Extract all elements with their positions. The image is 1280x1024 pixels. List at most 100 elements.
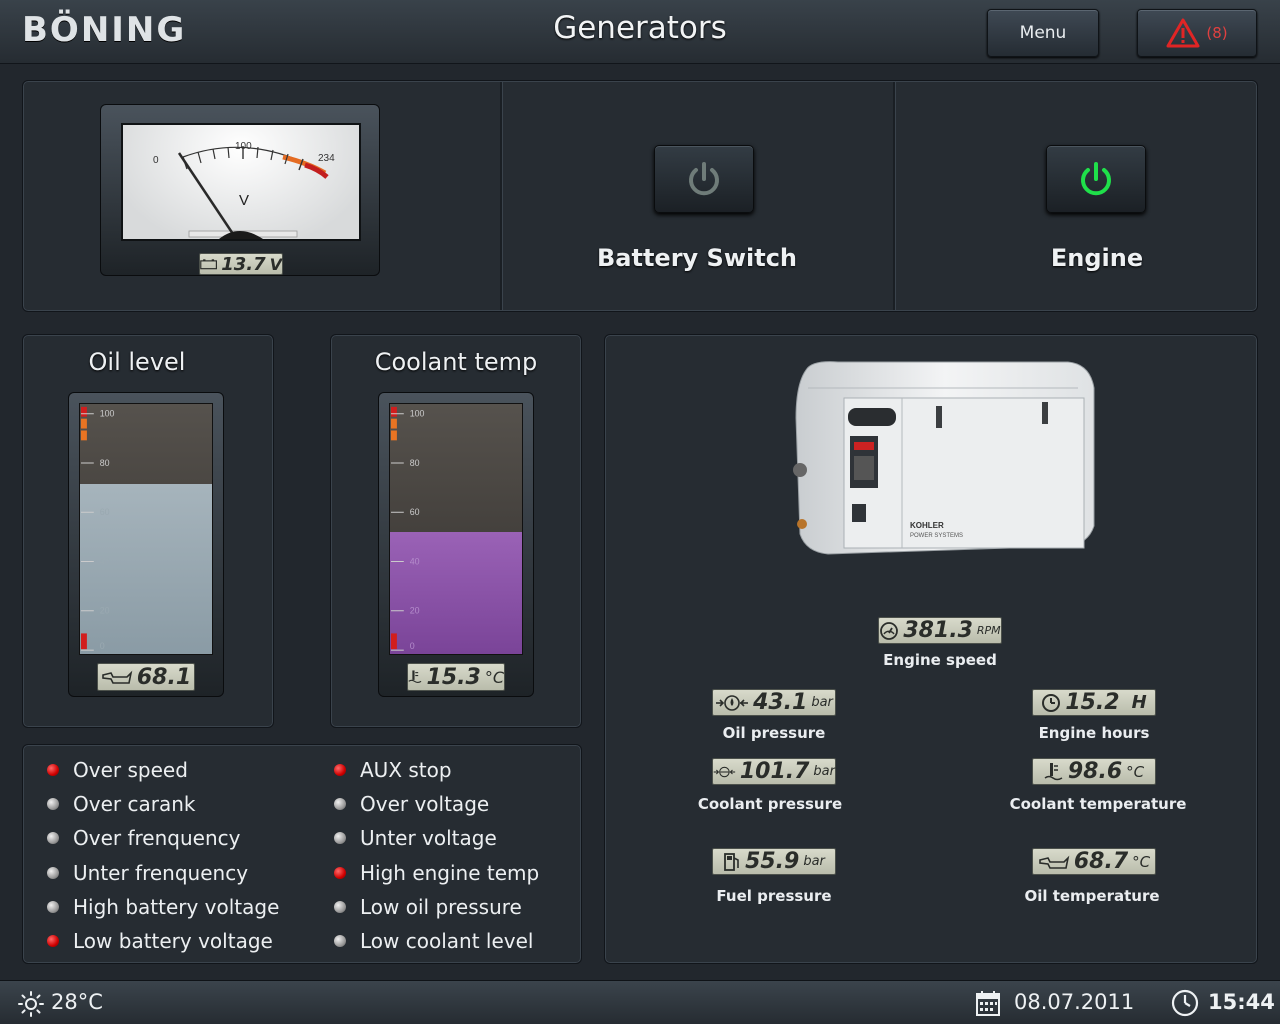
oil-level-tick: 20 (100, 606, 110, 616)
current-date: 08.07.2011 (1014, 990, 1135, 1014)
alarm-label: High battery voltage (73, 894, 280, 919)
voltmeter-scale-mid: 100 (235, 141, 252, 152)
alarm-item: Low battery voltage (47, 929, 273, 953)
oil-level-display: 68.1 (97, 663, 195, 691)
battery-switch-button[interactable] (654, 145, 754, 213)
alarm-label: High engine temp (360, 860, 540, 885)
divider (500, 82, 502, 310)
warning-icon (1166, 18, 1200, 48)
engine-speed-display: 381.3 RPM (878, 617, 1002, 644)
oil-level-value: 68.1 (136, 664, 192, 690)
outside-temperature: 28°C (51, 990, 103, 1014)
oil-level-scale: 100 80 60 40 20 0 (80, 406, 115, 651)
oil-pressure-icon (716, 694, 749, 711)
fuel-pressure-label: Fuel pressure (716, 887, 832, 905)
alarm-label: Unter frenquency (73, 860, 249, 885)
alarm-item: Over frenquency (47, 826, 240, 850)
alarm-item: High engine temp (334, 861, 539, 885)
alarm-item: Over carank (47, 792, 195, 816)
oil-pressure-value: 43.1 (753, 690, 808, 715)
generator-brand-sub: POWER SYSTEMS (910, 533, 963, 539)
coolant-temp-display: 15.3 °C (407, 663, 505, 691)
voltmeter-scale-max: 234 (318, 153, 335, 164)
alarm-label: Over voltage (360, 792, 490, 817)
fuel-pressure-value: 55.9 (745, 849, 800, 874)
oil-level-title: Oil level (88, 348, 186, 376)
coolant-temp-unit: °C (484, 667, 504, 687)
alarm-item: Over voltage (334, 792, 489, 816)
oil-pressure-unit: bar (811, 695, 833, 710)
generator-image: KOHLER POWER SYSTEMS (793, 361, 1095, 555)
battery-switch-label: Battery Switch (597, 244, 798, 272)
engine-hours-label: Engine hours (1038, 724, 1150, 742)
oil-level-tick: 100 (100, 409, 115, 419)
alarm-led-icon (334, 866, 346, 879)
alarm-item: Low oil pressure (334, 895, 522, 919)
oil-pressure-display: 43.1 bar (712, 689, 836, 716)
oil-level-tick: 0 (100, 641, 105, 651)
engine-start-button[interactable] (1046, 145, 1146, 213)
coolant-pressure-display: 101.7 bar (712, 758, 836, 785)
coolant-temp-tick: 0 (410, 641, 415, 651)
engine-speed-label: Engine speed (883, 651, 997, 669)
oil-temperature-value: 68.7 (1073, 849, 1129, 874)
alarm-led-icon (47, 900, 59, 913)
menu-button-label: Menu (1019, 23, 1067, 43)
alarm-led-icon (334, 935, 346, 947)
oil-level-tick: 40 (100, 556, 110, 566)
battery-voltage-unit: V (269, 254, 282, 274)
generator-brand: KOHLER (910, 521, 944, 530)
engine-hours-unit: H (1131, 692, 1147, 713)
engine-hours-value: 15.2 (1065, 690, 1120, 715)
alarm-label: Over carank (73, 792, 196, 817)
coolant-temperature-label: Coolant temperature (1009, 795, 1187, 813)
thermometer-icon (1044, 762, 1063, 780)
coolant-pressure-label: Coolant pressure (697, 795, 843, 813)
alarm-button[interactable]: (8) (1137, 9, 1257, 57)
oil-can-icon (1039, 855, 1070, 869)
coolant-pressure-value: 101.7 (739, 759, 810, 784)
coolant-temp-scale: 100 80 60 40 20 0 (390, 406, 425, 651)
alarm-led-icon (334, 764, 346, 776)
oil-level-tank: 100 80 60 40 20 0 (79, 403, 213, 655)
alarm-label: Low coolant level (360, 929, 534, 953)
battery-icon (200, 259, 217, 270)
alarm-label: Over speed (73, 758, 188, 782)
divider (893, 82, 895, 310)
menu-button[interactable]: Menu (987, 9, 1099, 57)
coolant-temperature-value: 98.6 (1067, 759, 1123, 784)
oil-level-tick: 60 (100, 507, 110, 517)
engine-hours-display: 15.2 H (1032, 689, 1156, 716)
coolant-temp-tick: 60 (410, 507, 420, 517)
alarm-led-icon (334, 900, 346, 913)
coolant-pressure-icon (713, 766, 736, 777)
thermometer-icon (408, 670, 422, 683)
clock-icon (1171, 989, 1199, 1017)
coolant-temp-tank: 100 80 60 40 20 0 (389, 403, 523, 655)
status-bar: 28°C 08.07.2011 15:44 (0, 980, 1280, 1024)
coolant-temp-title: Coolant temp (374, 348, 538, 376)
voltmeter-unit: V (239, 192, 249, 209)
coolant-temp-tick: 100 (410, 409, 425, 419)
oil-level-gauge: 100 80 60 40 20 0 68.1 (68, 392, 224, 697)
coolant-temp-value: 15.3 (426, 664, 481, 690)
alarm-count: (8) (1206, 24, 1228, 42)
battery-voltage-value: 13.7 (221, 253, 266, 275)
alarm-item: Over speed (47, 758, 188, 782)
alarm-led-icon (47, 798, 59, 811)
coolant-temp-tick: 40 (410, 556, 420, 566)
fuel-pump-icon (724, 852, 739, 871)
alarm-led-icon (47, 935, 59, 947)
coolant-pressure-unit: bar (813, 764, 835, 779)
coolant-temp-gauge: 100 80 60 40 20 0 15.3 °C (378, 392, 534, 697)
alarm-label: Unter voltage (360, 826, 497, 851)
alarm-label: AUX stop (360, 758, 452, 782)
coolant-temp-tick: 20 (410, 606, 420, 616)
battery-voltage-display: 13.7 V (199, 253, 283, 275)
voltmeter: 0 100 234 V 13.7 V (100, 104, 380, 276)
oil-temperature-label: Oil temperature (1024, 887, 1160, 905)
power-icon (689, 162, 719, 196)
oil-level-tick: 80 (100, 458, 110, 468)
alarm-item: Unter frenquency (47, 861, 248, 885)
alarm-item: Low coolant level (334, 929, 533, 953)
